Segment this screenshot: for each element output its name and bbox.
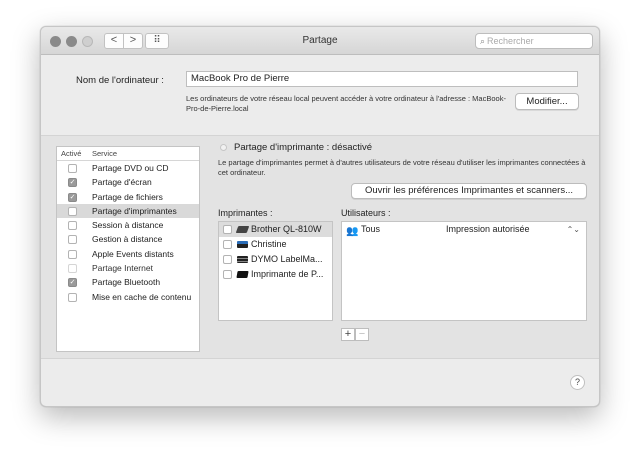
service-checkbox[interactable] — [68, 164, 77, 173]
title-bar: < > ⠿ Partage ⌕ Rechercher — [41, 27, 599, 55]
printer-row[interactable]: Imprimante de P... — [219, 267, 332, 282]
service-label: Partage Bluetooth — [92, 277, 161, 288]
open-printer-prefs-button[interactable]: Ouvrir les préférences Imprimantes et sc… — [351, 183, 587, 199]
service-row[interactable]: Mise en cache de contenu — [57, 290, 199, 304]
printer-checkbox[interactable] — [223, 255, 232, 264]
service-label: Apple Events distants — [92, 248, 174, 259]
group-icon: 👥 — [346, 226, 359, 237]
printer-sharing-status: Partage d'imprimante : désactivé — [220, 142, 372, 153]
header-active: Activé — [61, 149, 82, 158]
service-label: Session à distance — [92, 220, 164, 231]
permission-select[interactable]: Impression autorisée — [446, 222, 530, 237]
printer-name: DYMO LabelMa... — [251, 254, 323, 264]
users-label: Utilisateurs : — [341, 208, 391, 218]
label-printer-icon — [235, 226, 250, 233]
service-checkbox[interactable] — [68, 206, 77, 216]
services-area: Activé Service Partage DVD ou CD ✓ Partage… — [41, 135, 599, 359]
printer-name: Brother QL-810W — [251, 224, 322, 234]
add-user-button[interactable]: + — [341, 328, 355, 341]
service-checkbox[interactable] — [68, 221, 77, 231]
service-checkbox[interactable] — [68, 249, 77, 259]
service-row[interactable]: ✓ Partage de fichiers — [57, 190, 199, 204]
status-text: Partage d'imprimante : désactivé — [234, 142, 373, 153]
printer-checkbox[interactable] — [223, 225, 232, 234]
printer-sharing-pane: Partage d'imprimante : désactivé Le part… — [218, 136, 590, 360]
printer-row[interactable]: DYMO LabelMa... — [219, 252, 332, 267]
laser-printer-icon — [237, 241, 248, 248]
label-maker-icon — [237, 256, 248, 263]
remove-user-button[interactable]: − — [355, 328, 369, 341]
service-checkbox[interactable]: ✓ — [68, 192, 77, 202]
printer-checkbox[interactable] — [223, 240, 232, 249]
printer-list: Brother QL-810W Christine DYMO LabelMa... I… — [218, 221, 333, 321]
service-list: Activé Service Partage DVD ou CD ✓ Partage… — [56, 146, 200, 352]
service-row[interactable]: Gestion à distance — [57, 232, 199, 246]
search-icon: ⌕ — [480, 36, 486, 46]
service-row[interactable]: Partage Internet — [57, 261, 199, 275]
computer-address-description: Les ordinateurs de votre réseau local pe… — [186, 94, 506, 113]
printer-sharing-description: Le partage d'imprimantes permet à d'autr… — [218, 158, 586, 177]
printer-row[interactable]: Christine — [219, 237, 332, 252]
service-label: Partage de fichiers — [92, 191, 163, 202]
service-label: Mise en cache de contenu — [92, 291, 192, 302]
service-row[interactable]: ✓ Partage Bluetooth — [57, 275, 199, 289]
printer-name: Christine — [251, 239, 287, 249]
service-list-header: Activé Service — [57, 147, 199, 161]
user-row[interactable]: 👥 Tous Impression autorisée ⌃⌄ — [342, 222, 586, 237]
printer-icon — [236, 271, 249, 278]
sharing-window: < > ⠿ Partage ⌕ Rechercher Nom de l'ordin… — [40, 26, 600, 407]
search-input[interactable]: ⌕ Rechercher — [475, 33, 593, 49]
user-name: Tous — [361, 224, 381, 234]
status-indicator-icon — [220, 144, 227, 151]
computer-name-section: Nom de l'ordinateur : MacBook Pro de Pie… — [55, 63, 585, 123]
users-list: 👥 Tous Impression autorisée ⌃⌄ — [341, 221, 587, 321]
printers-label: Imprimantes : — [218, 208, 273, 218]
help-button[interactable]: ? — [570, 375, 585, 390]
computer-name-field[interactable]: MacBook Pro de Pierre — [186, 71, 578, 87]
service-label: Partage Internet — [92, 263, 153, 274]
service-row[interactable]: Apple Events distants — [57, 247, 199, 261]
service-label: Partage d'écran — [92, 177, 152, 188]
printer-row[interactable]: Brother QL-810W — [219, 222, 332, 237]
printer-name: Imprimante de P... — [251, 269, 324, 279]
service-row[interactable]: Partage DVD ou CD — [57, 161, 199, 175]
chevron-updown-icon[interactable]: ⌃⌄ — [567, 222, 580, 237]
service-checkbox[interactable] — [68, 292, 77, 302]
modify-button[interactable]: Modifier... — [515, 93, 579, 110]
service-row[interactable]: Session à distance — [57, 218, 199, 232]
service-label: Partage DVD ou CD — [92, 163, 169, 173]
service-label: Gestion à distance — [92, 234, 163, 245]
service-checkbox[interactable] — [68, 235, 77, 245]
printer-checkbox[interactable] — [223, 270, 232, 279]
service-checkbox[interactable]: ✓ — [68, 178, 77, 188]
service-row[interactable]: ✓ Partage d'écran — [57, 175, 199, 189]
header-service: Service — [92, 149, 118, 158]
service-label: Partage d'imprimantes — [92, 205, 177, 216]
service-row[interactable]: Partage d'imprimantes — [57, 203, 199, 219]
computer-name-label: Nom de l'ordinateur : — [76, 75, 164, 86]
service-checkbox[interactable]: ✓ — [68, 278, 77, 288]
search-placeholder: Rechercher — [487, 36, 534, 46]
service-checkbox — [68, 264, 77, 274]
